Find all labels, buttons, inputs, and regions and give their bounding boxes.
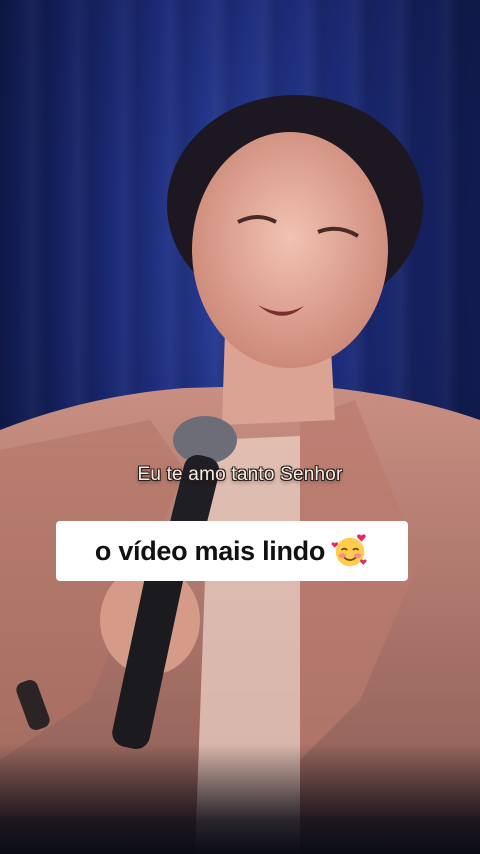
- caption-text: o vídeo mais lindo: [94, 535, 326, 566]
- bottom-shadow-overlay: [0, 744, 480, 854]
- smiling-face-with-hearts-icon: [331, 534, 367, 567]
- lyrics-subtitle: Eu te amo tanto Senhor: [137, 464, 343, 485]
- video-frame[interactable]: Eu te amo tanto Senhor o vídeo mais lind…: [0, 0, 480, 854]
- singer-figure: [0, 95, 480, 854]
- caption-banner: o vídeo mais lindo: [56, 521, 408, 581]
